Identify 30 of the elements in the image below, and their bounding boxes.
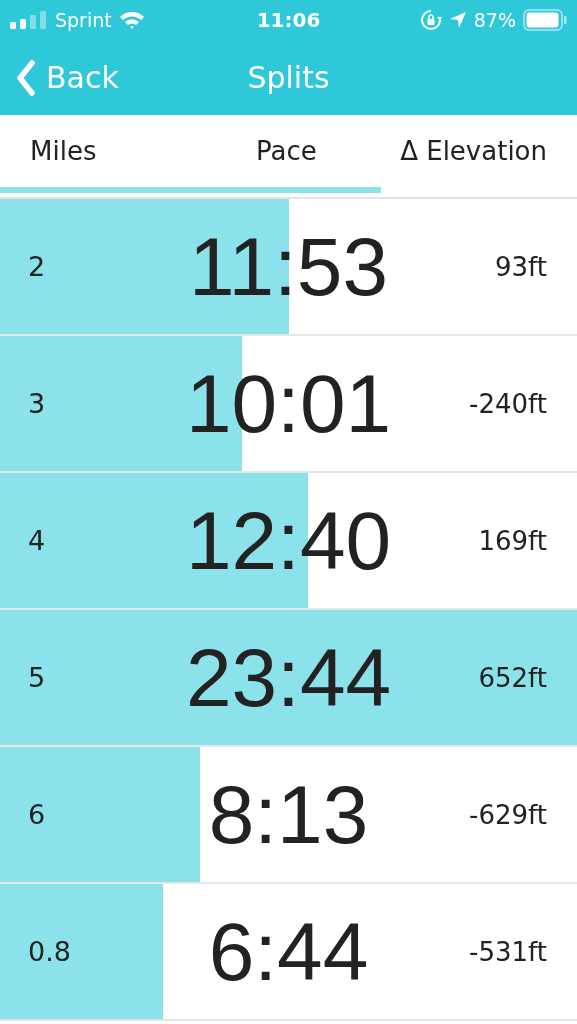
carrier-name: Sprint xyxy=(55,9,112,31)
column-header[interactable]: Miles xyxy=(30,136,256,166)
battery-percent: 87% xyxy=(473,9,516,31)
battery-icon xyxy=(523,9,567,31)
column-header[interactable]: Pace xyxy=(256,136,396,166)
elevation-change: 93ft xyxy=(495,251,547,282)
column-header[interactable]: Δ Elevation xyxy=(400,136,547,166)
pace-time: 23:44 xyxy=(185,630,392,725)
mile-number: 2 xyxy=(28,251,46,282)
location-arrow-icon xyxy=(448,11,467,29)
pace-time: 10:01 xyxy=(185,356,392,451)
rotation-lock-icon xyxy=(419,9,442,31)
elevation-change: -531ft xyxy=(469,936,547,967)
screen-title: Splits xyxy=(247,60,330,95)
pace-time: 8:13 xyxy=(208,767,369,862)
mile-number: 4 xyxy=(28,525,46,556)
elevation-change: 652ft xyxy=(478,662,547,693)
chevron-left-icon xyxy=(16,59,36,96)
elevation-change: -629ft xyxy=(469,799,547,830)
pace-time: 11:53 xyxy=(188,219,389,314)
mile-number: 6 xyxy=(28,799,46,830)
mile-number: 0.8 xyxy=(28,936,71,967)
clock-time: 11:06 xyxy=(256,8,321,32)
mile-number: 3 xyxy=(28,388,46,419)
elevation-change: 169ft xyxy=(478,525,547,556)
pace-time: 6:44 xyxy=(208,904,369,999)
wifi-icon xyxy=(118,11,145,29)
signal-icon xyxy=(10,11,48,29)
elevation-change: -240ft xyxy=(469,388,547,419)
mile-number: 5 xyxy=(28,662,46,693)
